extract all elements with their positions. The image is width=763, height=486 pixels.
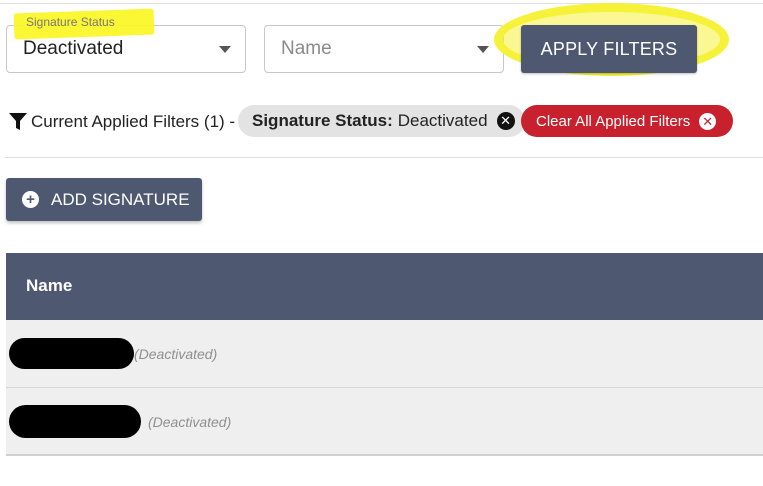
name-placeholder: Name — [281, 38, 332, 59]
chip-value: Deactivated — [397, 111, 488, 130]
close-circle-icon: ✕ — [699, 112, 717, 130]
name-select[interactable]: Name — [264, 25, 504, 73]
signature-status-label: Signature Status — [26, 15, 115, 29]
table-row[interactable]: (Deactivated) — [6, 320, 763, 388]
section-divider — [5, 157, 763, 158]
signatures-table: Name (Deactivated) (Deactivated) — [6, 253, 763, 456]
apply-filters-button[interactable]: APPLY FILTERS — [521, 25, 697, 73]
signature-status-value: Deactivated — [23, 38, 124, 59]
applied-filters-summary: Current Applied Filters (1) - — [9, 108, 235, 136]
redacted-name — [9, 338, 134, 369]
applied-filters-text: Current Applied Filters (1) - — [31, 112, 236, 131]
add-signature-button[interactable]: + ADD SIGNATURE — [6, 178, 202, 221]
table-header: Name — [6, 253, 763, 320]
chip-key: Signature Status: — [252, 111, 393, 130]
table-row[interactable]: (Deactivated) — [6, 388, 763, 456]
column-header-name[interactable]: Name — [26, 276, 72, 295]
top-divider — [0, 3, 763, 4]
row-status: (Deactivated) — [134, 346, 218, 362]
close-circle-icon[interactable]: ✕ — [496, 112, 515, 130]
clear-all-label: Clear All Applied Filters — [536, 112, 691, 130]
clear-all-filters-button[interactable]: Clear All Applied Filters ✕ — [521, 105, 733, 137]
redacted-name — [9, 405, 141, 438]
add-signature-label: ADD SIGNATURE — [51, 189, 190, 209]
filter-chip-signature-status: Signature Status: Deactivated ✕ — [238, 105, 525, 137]
funnel-icon — [9, 113, 27, 130]
row-status: (Deactivated) — [148, 414, 232, 430]
plus-circle-icon: + — [22, 191, 39, 208]
caret-down-icon — [477, 46, 489, 53]
caret-down-icon — [219, 46, 231, 53]
